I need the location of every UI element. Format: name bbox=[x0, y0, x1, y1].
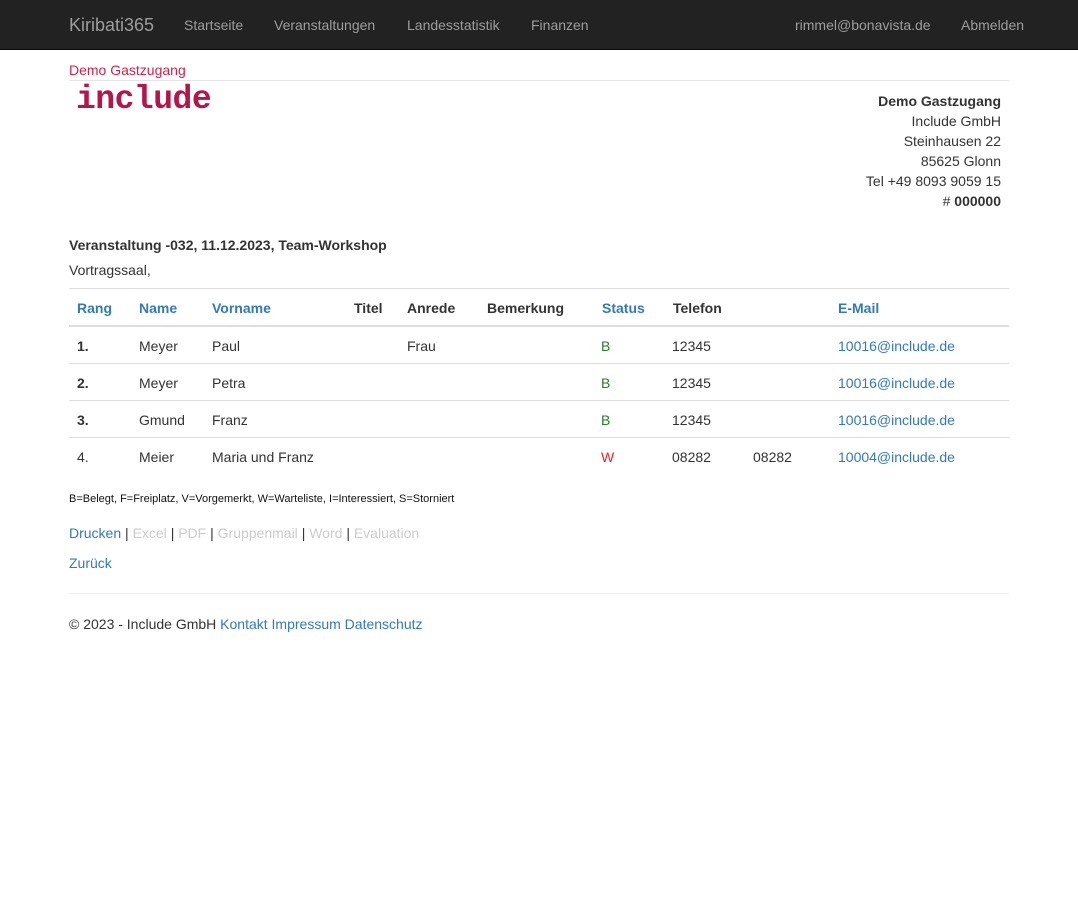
cell-vorname: Maria und Franz bbox=[212, 449, 314, 465]
footer: © 2023 - Include GmbH Kontakt Impressum … bbox=[69, 616, 423, 632]
address-street: Steinhausen 22 bbox=[903, 133, 1001, 149]
cell-vorname: Franz bbox=[212, 412, 248, 428]
address-number-value: 000000 bbox=[954, 193, 1001, 209]
header-bemerkung: Bemerkung bbox=[487, 300, 565, 316]
cell-email-link[interactable]: 10016@include.de bbox=[838, 338, 955, 354]
cell-rang: 3. bbox=[77, 412, 89, 428]
header-telefon: Telefon bbox=[673, 300, 722, 316]
separator: | bbox=[125, 525, 133, 541]
cell-name: Gmund bbox=[139, 412, 185, 428]
cell-email-link[interactable]: 10004@include.de bbox=[838, 449, 955, 465]
nav-startseite[interactable]: Startseite bbox=[184, 17, 243, 33]
status-legend: B=Belegt, F=Freiplatz, V=Vorgemerkt, W=W… bbox=[69, 493, 455, 505]
separator: | bbox=[210, 525, 218, 541]
address-number: # 000000 bbox=[866, 191, 1001, 211]
cell-telefon: 12345 bbox=[672, 375, 711, 391]
cell-vorname: Petra bbox=[212, 375, 246, 391]
groupmail-link: Gruppenmail bbox=[217, 525, 298, 541]
table-header: Rang Name Vorname Titel Anrede Bemerkung… bbox=[69, 288, 1009, 326]
header-name[interactable]: Name bbox=[139, 300, 177, 316]
footer-impressum-link[interactable]: Impressum bbox=[272, 616, 341, 632]
cell-status: W bbox=[601, 449, 615, 465]
cell-status: B bbox=[601, 412, 611, 428]
header-anrede: Anrede bbox=[407, 300, 456, 316]
cell-name: Meyer bbox=[139, 338, 178, 354]
header-vorname[interactable]: Vorname bbox=[212, 300, 271, 316]
cell-anrede: Frau bbox=[407, 338, 436, 354]
cell-vorname: Paul bbox=[212, 338, 241, 354]
event-location: Vortragssaal, bbox=[69, 262, 151, 278]
footer-datenschutz-link[interactable]: Datenschutz bbox=[345, 616, 423, 632]
top-navbar: Kiribati365 Startseite Veranstaltungen L… bbox=[0, 0, 1078, 50]
cell-status: B bbox=[601, 375, 611, 391]
table-row: 4. Meier Maria und Franz W 08282 08282 1… bbox=[69, 437, 1009, 474]
nav-landesstatistik[interactable]: Landesstatistik bbox=[407, 17, 500, 33]
cell-telefon: 12345 bbox=[672, 412, 711, 428]
nav-logout[interactable]: Abmelden bbox=[961, 17, 1024, 33]
excel-link: Excel bbox=[132, 525, 167, 541]
cell-rang: 2. bbox=[77, 375, 89, 391]
address-city: 85625 Glonn bbox=[920, 153, 1001, 169]
footer-divider bbox=[69, 593, 1009, 594]
back-link[interactable]: Zurück bbox=[69, 555, 112, 571]
header-rang[interactable]: Rang bbox=[77, 300, 112, 316]
cell-rang: 1. bbox=[77, 338, 89, 354]
pdf-link: PDF bbox=[178, 525, 207, 541]
table-row: 2. Meyer Petra B 12345 10016@include.de bbox=[69, 363, 1009, 400]
cell-email-link[interactable]: 10016@include.de bbox=[838, 412, 955, 428]
header-titel: Titel bbox=[354, 300, 383, 316]
cell-rang: 4. bbox=[77, 449, 89, 465]
cell-telefon: 12345 bbox=[672, 338, 711, 354]
nav-veranstaltungen[interactable]: Veranstaltungen bbox=[274, 17, 375, 33]
cell-telefon2: 08282 bbox=[753, 449, 792, 465]
word-link: Word bbox=[309, 525, 343, 541]
breadcrumb: Demo Gastzugang bbox=[69, 62, 186, 78]
nav-finanzen[interactable]: Finanzen bbox=[531, 17, 589, 33]
cell-name: Meier bbox=[139, 449, 175, 465]
footer-copyright: © 2023 - Include GmbH bbox=[69, 616, 217, 632]
address-name: Demo Gastzugang bbox=[878, 93, 1001, 109]
evaluation-link: Evaluation bbox=[353, 525, 420, 541]
export-actions: Drucken | Excel | PDF | Gruppenmail | Wo… bbox=[69, 525, 419, 541]
address-phone: Tel +49 8093 9059 15 bbox=[865, 173, 1001, 189]
table-row: 3. Gmund Franz B 12345 10016@include.de bbox=[69, 400, 1009, 437]
address-block: Demo Gastzugang Include GmbH Steinhausen… bbox=[866, 91, 1001, 211]
print-link[interactable]: Drucken bbox=[69, 525, 121, 541]
navbar-brand[interactable]: Kiribati365 bbox=[69, 15, 154, 35]
cell-email-link[interactable]: 10016@include.de bbox=[838, 375, 955, 391]
separator: | bbox=[346, 525, 354, 541]
company-logo: include bbox=[76, 81, 212, 118]
header-status[interactable]: Status bbox=[602, 300, 645, 316]
footer-kontakt-link[interactable]: Kontakt bbox=[220, 616, 267, 632]
nav-user-email[interactable]: rimmel@bonavista.de bbox=[795, 17, 931, 33]
address-number-prefix: # bbox=[942, 193, 955, 209]
table-row: 1. Meyer Paul Frau B 12345 10016@include… bbox=[69, 326, 1009, 363]
cell-telefon: 08282 bbox=[672, 449, 711, 465]
event-title: Veranstaltung -032, 11.12.2023, Team-Wor… bbox=[69, 237, 387, 253]
cell-status: B bbox=[601, 338, 611, 354]
cell-name: Meyer bbox=[139, 375, 178, 391]
header-email[interactable]: E-Mail bbox=[838, 300, 879, 316]
address-company: Include GmbH bbox=[911, 113, 1001, 129]
participants-table: Rang Name Vorname Titel Anrede Bemerkung… bbox=[69, 288, 1009, 474]
